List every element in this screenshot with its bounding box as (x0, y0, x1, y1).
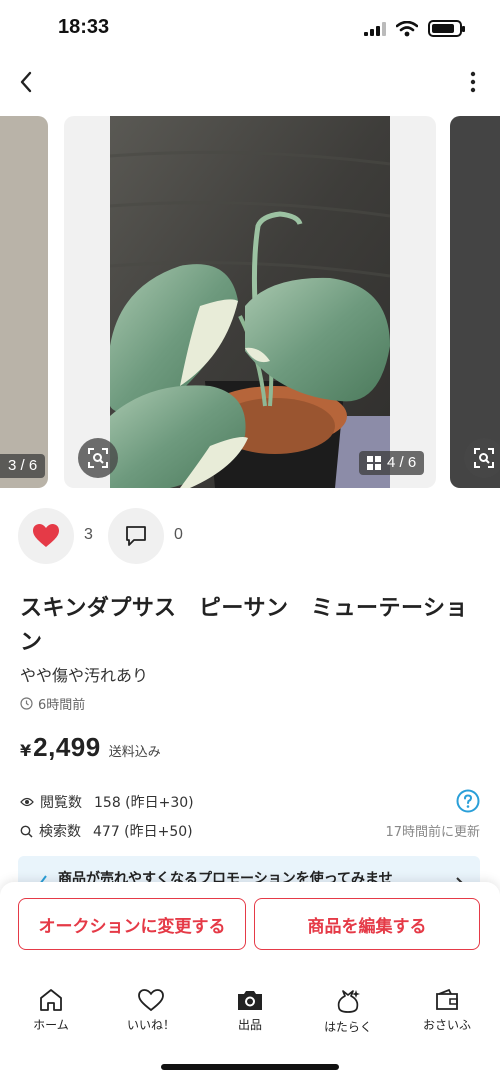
heart-filled-icon (33, 524, 59, 547)
bottom-action-panel: オークションに変更する 商品を編集する (0, 882, 500, 1080)
home-indicator[interactable] (161, 1064, 339, 1070)
tab-label: 出品 (237, 1018, 262, 1032)
zoom-button[interactable] (78, 438, 118, 478)
updated-time: 17時間前に更新 (385, 825, 480, 840)
photo-counter-previous: 3 / 6 (0, 454, 46, 478)
comment-count: 0 (174, 526, 183, 543)
battery-icon (428, 20, 465, 37)
home-icon (40, 989, 62, 1011)
tab-sell[interactable]: 出品 (210, 988, 290, 1033)
shipping-note: 送料込み (108, 745, 161, 760)
comment-button[interactable] (108, 508, 164, 564)
zoom-icon (88, 448, 108, 468)
next-photo[interactable] (450, 116, 500, 488)
views-stat: 閲覧数 158 (昨日+30) (20, 792, 194, 812)
change-to-auction-button[interactable]: オークションに変更する (18, 898, 246, 950)
posted-time: 6時間前 (20, 694, 85, 713)
searches-value: 477 (昨日+50) (93, 824, 193, 840)
photo-carousel[interactable]: 3 / 6 (0, 116, 500, 488)
zoom-icon (474, 448, 494, 468)
more-options-icon[interactable] (468, 70, 478, 94)
currency-symbol: ¥ (20, 741, 32, 760)
search-icon (20, 825, 33, 838)
photo-counter-text: 4 / 6 (387, 454, 417, 471)
photo-counter-text: 3 / 6 (8, 457, 38, 474)
tab-label: いいね！ (126, 1018, 175, 1032)
searches-label: 検索数 (39, 824, 81, 840)
like-button[interactable] (18, 508, 74, 564)
item-title: スキンダプサス ピーサン ミューテーション (20, 596, 469, 655)
posted-time-text: 6時間前 (38, 698, 86, 713)
tab-home[interactable]: ホーム (11, 988, 91, 1033)
tab-label: おさいふ (422, 1018, 471, 1032)
comment-icon (126, 526, 146, 546)
price: 2,499 (33, 732, 101, 762)
signal-icon (364, 21, 386, 36)
views-value: 158 (昨日+30) (94, 795, 194, 811)
tab-work[interactable]: はたらく (308, 988, 388, 1035)
grid-icon (367, 456, 381, 470)
like-count: 3 (84, 526, 93, 543)
money-bag-icon (337, 990, 360, 1013)
tab-bar: ホーム いいね！ 出品 はたらく おさいふ (0, 988, 500, 1048)
views-label: 閲覧数 (40, 795, 82, 811)
wallet-icon (436, 988, 458, 1010)
edit-item-button[interactable]: 商品を編集する (254, 898, 480, 950)
tab-label: ホーム (33, 1018, 69, 1032)
tab-label: はたらく (324, 1020, 372, 1034)
status-icons (364, 20, 465, 37)
camera-icon (238, 991, 262, 1010)
clock-icon (20, 697, 33, 710)
status-bar: 18:33 (0, 0, 500, 60)
searches-stat: 検索数 477 (昨日+50) (20, 821, 193, 841)
battery-level (432, 24, 454, 33)
nav-bar (0, 60, 500, 104)
previous-photo[interactable]: 3 / 6 (0, 116, 48, 488)
plant-photo (110, 116, 390, 488)
engagement-row: 3 0 (18, 508, 488, 564)
back-icon[interactable] (14, 68, 42, 96)
wifi-icon (396, 20, 418, 36)
tab-likes[interactable]: いいね！ (111, 988, 191, 1033)
photo-counter: 4 / 6 (359, 451, 425, 475)
heart-outline-icon (138, 989, 164, 1012)
help-icon[interactable] (456, 789, 480, 813)
status-time: 18:33 (58, 16, 110, 38)
tab-wallet[interactable]: おさいふ (407, 988, 487, 1033)
eye-icon (20, 797, 34, 807)
current-photo[interactable] (64, 116, 436, 488)
price-row: ¥ 2,499 送料込み (20, 732, 161, 763)
zoom-button-next[interactable] (464, 438, 500, 478)
item-condition: やや傷や汚れあり (20, 666, 149, 685)
